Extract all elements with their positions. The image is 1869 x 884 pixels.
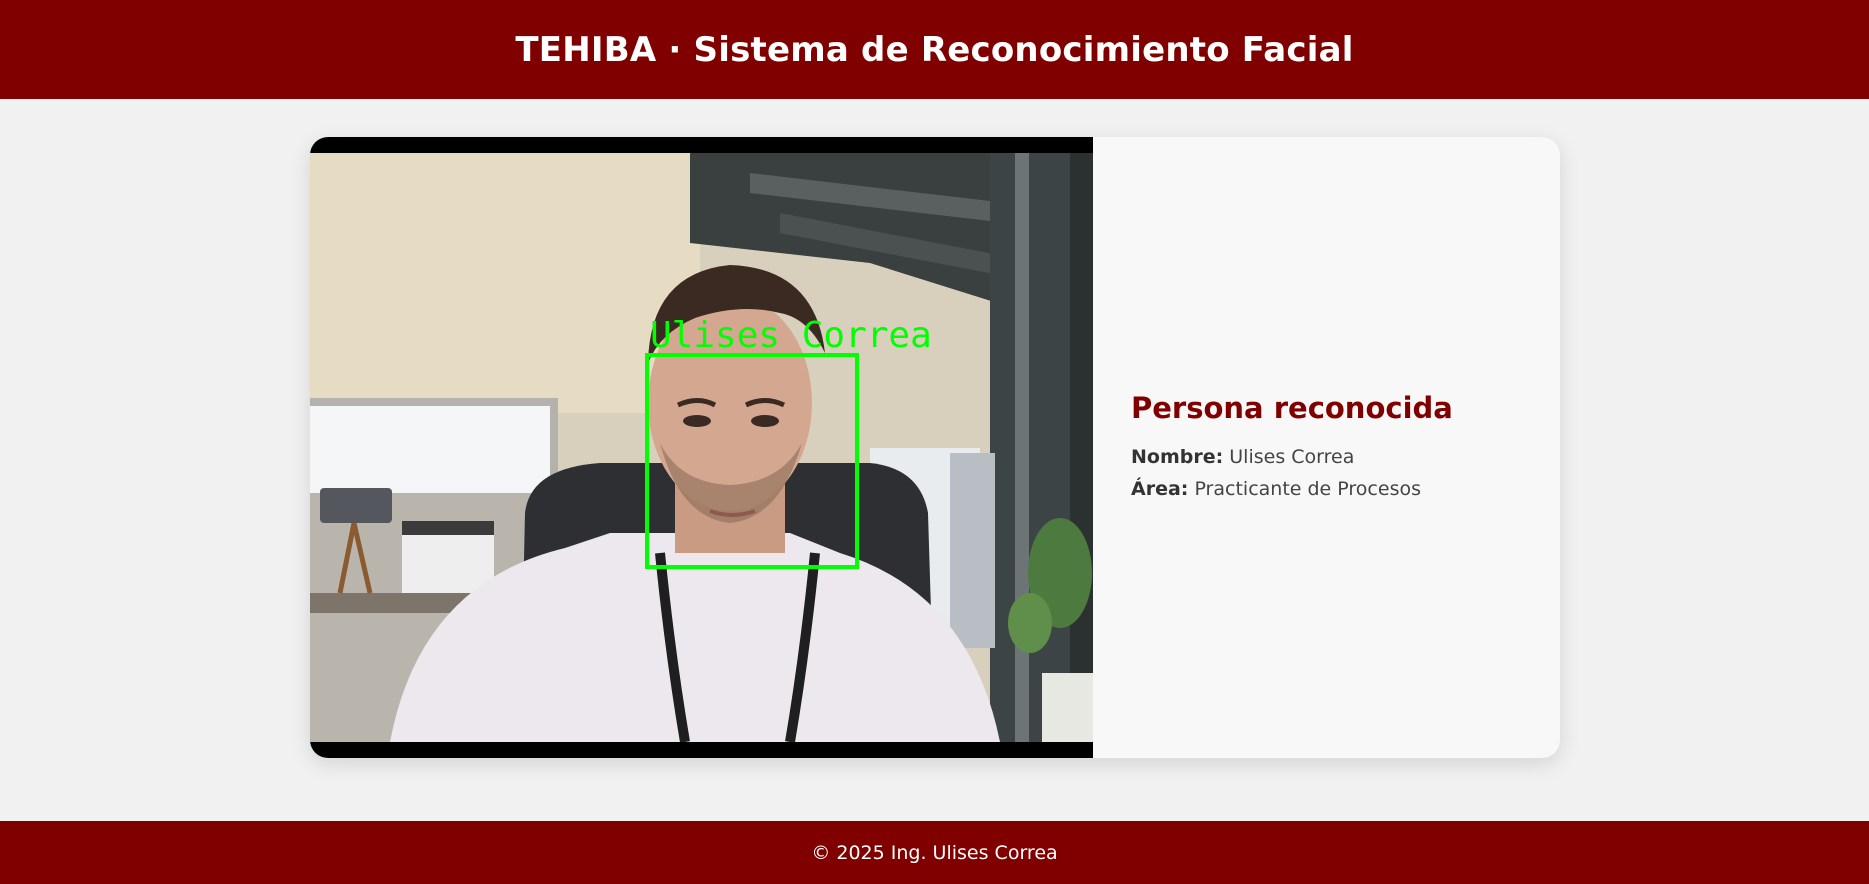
info-panel: Persona reconocida Nombre: Ulises Correa… (1093, 137, 1560, 758)
area-value: Practicante de Procesos (1194, 477, 1421, 500)
footer-text: © 2025 Ing. Ulises Correa (811, 841, 1058, 864)
name-label: Nombre: (1131, 445, 1224, 468)
camera-image: Ulises Correa (310, 153, 1093, 742)
name-row: Nombre: Ulises Correa (1131, 441, 1560, 473)
camera-feed: Ulises Correa (310, 137, 1093, 758)
area-row: Área: Practicante de Procesos (1131, 473, 1560, 505)
app-header: TEHIBA · Sistema de Reconocimiento Facia… (0, 0, 1869, 99)
recognized-heading: Persona reconocida (1131, 390, 1453, 425)
recognition-card: Ulises Correa Persona reconocida Nombre:… (310, 137, 1560, 758)
face-label: Ulises Correa (650, 315, 932, 356)
page-title: TEHIBA · Sistema de Reconocimiento Facia… (515, 29, 1354, 70)
camera-frame: Ulises Correa (310, 153, 1093, 742)
name-value: Ulises Correa (1229, 445, 1355, 468)
area-label: Área: (1131, 477, 1189, 500)
app-footer: © 2025 Ing. Ulises Correa (0, 821, 1869, 884)
